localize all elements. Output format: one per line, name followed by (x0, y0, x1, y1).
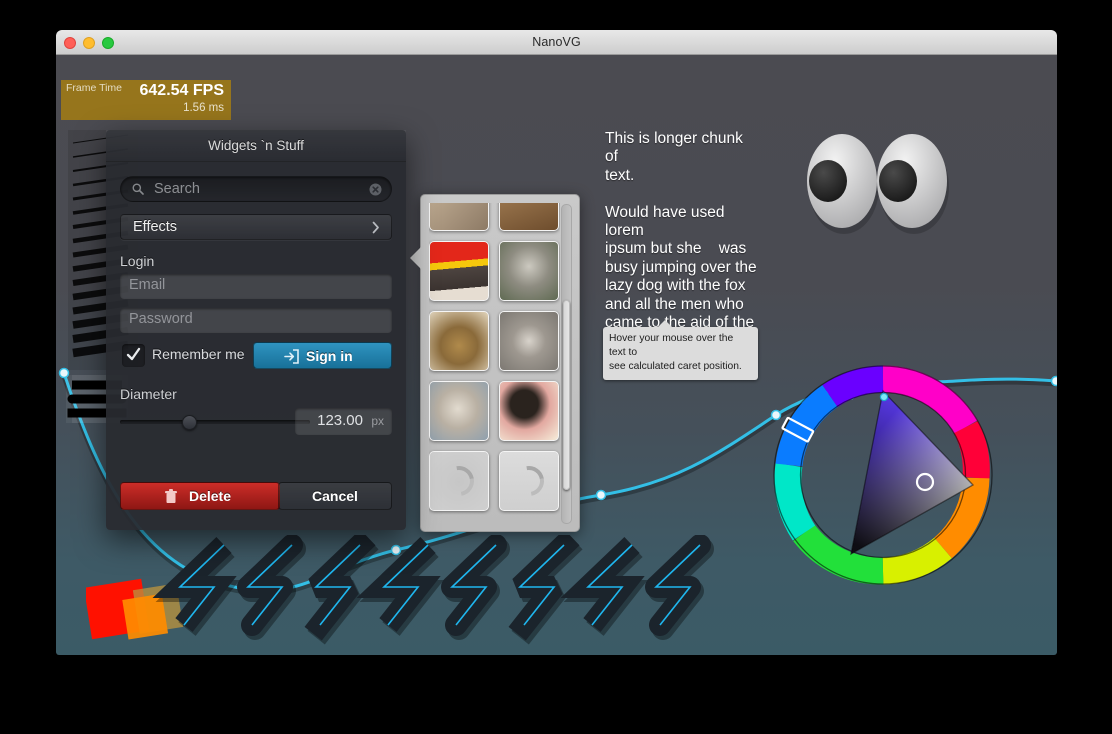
checkmark-icon (126, 347, 141, 361)
password-placeholder: Password (129, 311, 193, 327)
frame-ms-value: 1.56 ms (183, 102, 224, 114)
paragraph-line: This is longer chunk of (605, 130, 743, 166)
thumb-bat[interactable] (499, 381, 559, 441)
paragraph-line: ipsum but she was (605, 240, 747, 258)
remember-me-checkbox[interactable] (122, 344, 145, 367)
traffic-light-buttons (64, 30, 114, 55)
tooltip-line: Hover your mouse over the text to (609, 333, 734, 358)
delete-label: Delete (188, 488, 232, 504)
paragraph-text: This is longer chunk of text. Would have… (605, 130, 760, 351)
cancel-button[interactable]: Cancel (278, 482, 392, 510)
email-field[interactable]: Email (120, 274, 392, 299)
diameter-slider-row: 123.00 px (120, 408, 392, 438)
paragraph-line: lazy dog with the fox (605, 277, 746, 295)
effects-dropdown[interactable]: Effects (120, 214, 392, 240)
window-titlebar: NanoVG (56, 30, 1057, 55)
remember-signin-row: Remember me Sign in (120, 342, 392, 370)
cancel-label: Cancel (312, 488, 358, 504)
scrollbar-thumb[interactable] (563, 300, 570, 490)
nanovg-canvas: Frame Time 642.54 FPS 1.56 ms This is lo… (56, 55, 1057, 655)
sign-in-button[interactable]: Sign in (253, 342, 392, 369)
thumb-cat-partial[interactable] (429, 203, 489, 231)
thumb-lemur[interactable] (499, 241, 559, 301)
thumb-loading-faded[interactable] (429, 451, 489, 511)
diameter-slider-handle[interactable] (182, 415, 197, 430)
thumb-bread-partial[interactable] (499, 203, 559, 231)
search-icon (132, 183, 144, 195)
thumb-mouse[interactable] (499, 311, 559, 371)
remember-me-label: Remember me (152, 346, 245, 362)
paragraph-blank-line (605, 185, 760, 203)
screenshot-root: NanoVG Frame Time 642.54 FPS 1.56 ms Thi… (0, 0, 1112, 734)
thumb-spinner[interactable] (499, 451, 559, 511)
window-title: NanoVG (532, 35, 581, 49)
thumb-seal[interactable] (429, 381, 489, 441)
search-placeholder: Search (154, 181, 200, 197)
paragraph-line: and all the men who (605, 295, 744, 313)
search-input[interactable]: Search (120, 176, 392, 202)
diameter-number-field[interactable]: 123.00 px (295, 408, 392, 435)
fps-value: 642.54 FPS (139, 82, 225, 99)
diameter-value: 123.00 (317, 412, 363, 429)
googly-eyes (807, 134, 949, 234)
thumb-cat-in-bag[interactable] (429, 241, 489, 301)
nanovg-window: NanoVG Frame Time 642.54 FPS 1.56 ms Thi… (56, 30, 1057, 655)
paragraph-line: Would have used lorem (605, 203, 725, 240)
effects-dropdown-value: Effects (133, 219, 178, 235)
tooltip-line: see calculated caret position. (609, 361, 742, 372)
diameter-slider-track[interactable] (120, 420, 310, 424)
frame-time-graph: Frame Time 642.54 FPS 1.56 ms (61, 80, 231, 120)
thumbnail-grid (429, 203, 560, 525)
login-arrow-icon (284, 349, 299, 364)
thumbnails-panel (410, 194, 580, 532)
widgets-window: Widgets `n Stuff Search Effects Login Em… (106, 130, 406, 530)
color-wheel[interactable] (768, 360, 998, 590)
diameter-unit: px (371, 414, 384, 428)
paragraph-line: text. (605, 166, 635, 184)
paragraph-line: busy jumping over the (605, 258, 757, 276)
email-placeholder: Email (129, 277, 166, 293)
password-field[interactable]: Password (120, 308, 392, 333)
delete-button[interactable]: Delete (120, 482, 280, 510)
minimize-button-icon[interactable] (83, 36, 95, 49)
login-section-label: Login (120, 253, 155, 269)
diameter-label: Diameter (120, 386, 177, 402)
fps-label: Frame Time (66, 82, 123, 94)
thumb-turtle[interactable] (429, 311, 489, 371)
zoom-button-icon[interactable] (102, 36, 114, 49)
caret-tooltip: Hover your mouse over the text to see ca… (603, 320, 758, 380)
chevron-right-icon (372, 221, 379, 234)
widgets-window-title: Widgets `n Stuff (106, 130, 406, 162)
sign-in-label: Sign in (306, 348, 353, 364)
dialog-button-row: Delete Cancel (120, 482, 392, 510)
close-button-icon[interactable] (64, 36, 76, 49)
thumbnails-scrollbar[interactable] (561, 204, 572, 524)
clear-circle-icon[interactable] (369, 183, 382, 196)
